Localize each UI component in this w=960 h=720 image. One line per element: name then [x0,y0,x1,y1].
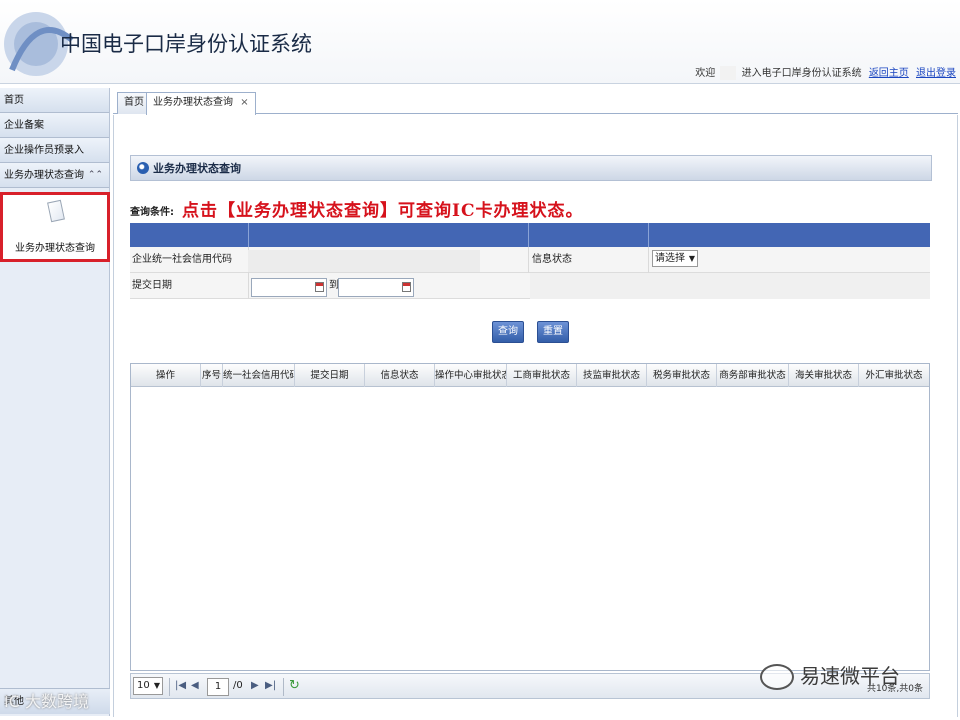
column-header[interactable]: 提交日期 [295,364,365,387]
dropdown-arrow-icon: ▼ [153,681,160,690]
watermark-logo-icon [760,664,794,690]
column-header[interactable]: 海关审批状态 [789,364,859,387]
enter-system-text: 进入电子口岸身份认证系统 [741,68,862,79]
sidebar-item-label: 企业备案 [4,120,44,131]
column-header[interactable]: 商务部审批状态 [717,364,789,387]
empty-cell [530,273,930,299]
grid-header: 操作 序号 统一社会信用代码 提交日期 信息状态 操作中心审批状态 工商审批状态… [131,364,929,387]
cell-divider [648,247,649,273]
search-button[interactable]: 查询 [492,321,524,343]
tab-bar: 首页 业务办理状态查询 × [113,88,958,115]
column-header[interactable]: 序号 [201,364,223,387]
page-size-select[interactable]: 10 ▼ [133,677,163,695]
form-header-divider [528,223,529,247]
username-redacted [720,66,737,80]
sidebar: 首页 企业备案 企业操作员预录入 业务办理状态查询 ⌃⌃ 业务办理状态查询 其他 [0,88,110,716]
sidebar-item-label: 首页 [4,95,24,106]
column-header[interactable]: 外汇审批状态 [859,364,929,387]
date-to-input[interactable] [338,278,414,297]
home-link[interactable]: 返回主页 [869,68,909,79]
submenu-label: 业务办理状态查询 [15,243,95,254]
submenu-status-query[interactable]: 业务办理状态查询 [0,192,110,262]
calendar-icon[interactable] [402,282,411,292]
last-page-icon[interactable]: ▶| [265,680,276,691]
reset-button[interactable]: 重置 [537,321,569,343]
credit-code-input[interactable] [248,250,480,272]
submit-date-label: 提交日期 [132,280,172,291]
column-header[interactable]: 信息状态 [365,364,435,387]
info-status-value: 请选择 [655,253,685,264]
first-page-icon[interactable]: |◀ [175,680,186,691]
query-conditions-label: 查询条件: [130,207,174,218]
form-header-bar [130,223,930,247]
section-title: 业务办理状态查询 [153,162,241,175]
prev-page-icon[interactable]: ◀ [191,680,199,691]
credit-code-label: 企业统一社会信用代码 [132,254,232,265]
welcome-text: 欢迎 [695,68,716,79]
tab-label: 首页 [124,97,144,108]
date-from-input[interactable] [251,278,327,297]
page-size-value: 10 [137,680,150,691]
section-header: 业务办理状态查询 [130,155,932,181]
document-icon [47,199,65,223]
dropdown-arrow-icon: ▼ [688,254,695,263]
sidebar-item-home[interactable]: 首页 [0,88,109,113]
sidebar-item-label: 业务办理状态查询 [4,170,84,181]
form-header-divider [248,223,249,247]
watermark-right: 易速微平台 [800,664,900,688]
tab-label: 业务办理状态查询 [153,97,233,108]
column-header[interactable]: 工商审批状态 [507,364,577,387]
cell-divider [528,247,529,273]
cell-divider [248,273,249,299]
next-page-icon[interactable]: ▶ [251,680,259,691]
close-icon[interactable]: × [240,97,248,108]
pager-separator [283,678,284,696]
sidebar-item-label: 企业操作员预录入 [4,145,84,156]
app-header: 中国电子口岸身份认证系统 欢迎 进入电子口岸身份认证系统 返回主页 退出登录 [0,0,960,84]
page-number-input[interactable]: 1 [207,678,229,696]
sidebar-item-operator-prerecord[interactable]: 企业操作员预录入 [0,138,109,163]
query-row-date: 提交日期 到 [130,273,930,299]
instruction-annotation: 点击【业务办理状态查询】可查询IC卡办理状态。 [182,201,584,221]
app-title: 中国电子口岸身份认证系统 [60,32,312,56]
sidebar-item-enterprise-filing[interactable]: 企业备案 [0,113,109,138]
column-header[interactable]: 统一社会信用代码 [223,364,295,387]
calendar-icon[interactable] [315,282,324,292]
info-status-select[interactable]: 请选择 ▼ [652,250,698,267]
column-header[interactable]: 技监审批状态 [577,364,647,387]
column-header[interactable]: 操作中心审批状态 [435,364,507,387]
query-row-credit: 企业统一社会信用代码 信息状态 请选择 ▼ [130,247,930,273]
column-header[interactable]: 操作 [131,364,201,387]
tab-status-query[interactable]: 业务办理状态查询 × [146,92,256,115]
top-user-bar: 欢迎 进入电子口岸身份认证系统 返回主页 退出登录 [695,64,956,80]
main-content: 业务办理状态查询 查询条件: 点击【业务办理状态查询】可查询IC卡办理状态。 企… [113,115,958,717]
form-header-divider [648,223,649,247]
double-chevron-up-icon[interactable]: ⌃⌃ [88,163,103,188]
total-pages-text: /0 [233,680,243,691]
query-form: 企业统一社会信用代码 信息状态 请选择 ▼ 提交日期 到 [130,223,930,305]
info-status-label: 信息状态 [532,254,572,265]
watermark-left: IC 大数跨境 [4,692,89,711]
refresh-icon[interactable]: ↻ [289,678,300,693]
results-grid: 操作 序号 统一社会信用代码 提交日期 信息状态 操作中心审批状态 工商审批状态… [130,363,930,671]
logout-link[interactable]: 退出登录 [916,68,956,79]
section-bullet-icon [137,162,149,174]
column-header[interactable]: 税务审批状态 [647,364,717,387]
pager-separator [169,678,170,696]
sidebar-item-status-query[interactable]: 业务办理状态查询 ⌃⌃ [0,163,109,188]
